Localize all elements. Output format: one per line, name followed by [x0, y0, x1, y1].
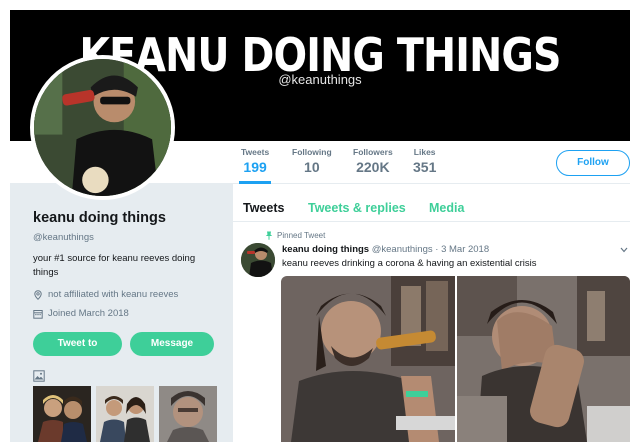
avatar-photo [34, 59, 171, 196]
thumbnail-image [159, 386, 217, 442]
tweet-to-button[interactable]: Tweet to [33, 332, 122, 356]
thumbnail-image [33, 386, 91, 442]
profile-card: keanu doing things @keanuthings your #1 … [10, 184, 233, 442]
profile-bio: your #1 source for keanu reeves doing th… [33, 253, 196, 278]
tweet-header: keanu doing things @keanuthings · 3 Mar … [282, 244, 489, 255]
media-thumbnail[interactable] [33, 386, 91, 442]
chevron-down-icon[interactable] [620, 247, 628, 253]
tweet-media-image[interactable] [281, 276, 455, 442]
pinned-tweet-label: Pinned Tweet [265, 231, 325, 240]
timeline: Tweets Tweets & replies Media Pinned Twe… [233, 184, 630, 442]
tweet-media[interactable] [281, 276, 630, 442]
photo-icon[interactable] [33, 370, 45, 382]
tweet-author[interactable]: keanu doing things [282, 244, 369, 255]
pin-icon [265, 231, 273, 240]
message-button[interactable]: Message [130, 332, 214, 356]
stat-likes[interactable]: Likes 351 [413, 147, 436, 175]
pinned-tweet-text: Pinned Tweet [277, 231, 326, 240]
profile-location: not affiliated with keanu reeves [33, 289, 178, 300]
profile-handle[interactable]: @keanuthings [33, 232, 94, 243]
tweet-image-left [281, 276, 455, 442]
tweet-media-image[interactable] [457, 276, 630, 442]
profile-avatar[interactable] [30, 55, 175, 200]
tab-media[interactable]: Media [429, 201, 464, 215]
stat-following[interactable]: Following 10 [292, 147, 332, 175]
stat-tweets[interactable]: Tweets 199 [238, 147, 272, 184]
tab-tweets-replies[interactable]: Tweets & replies [308, 201, 406, 215]
profile-joined-text: Joined March 2018 [48, 308, 129, 319]
calendar-icon [33, 309, 43, 319]
location-pin-icon [34, 289, 42, 300]
tab-tweets[interactable]: Tweets [243, 201, 284, 215]
follow-button[interactable]: Follow [556, 150, 630, 176]
media-thumbnail[interactable] [159, 386, 217, 442]
media-thumbnail[interactable] [96, 386, 154, 442]
tweet-handle[interactable]: @keanuthings [372, 244, 433, 255]
thumbnail-image [96, 386, 154, 442]
profile-location-text: not affiliated with keanu reeves [48, 289, 179, 300]
timeline-tabs: Tweets Tweets & replies Media [233, 184, 630, 222]
tweet-image-right [457, 276, 630, 442]
tweet-avatar[interactable] [241, 243, 275, 277]
profile-name[interactable]: keanu doing things [33, 210, 166, 226]
tweet-date[interactable]: · 3 Mar 2018 [435, 244, 489, 255]
tweet-text: keanu reeves drinking a corona & having … [282, 258, 537, 269]
tweet-avatar-photo [241, 243, 275, 277]
stat-followers[interactable]: Followers 220K [353, 147, 393, 175]
profile-joined: Joined March 2018 [33, 308, 129, 319]
